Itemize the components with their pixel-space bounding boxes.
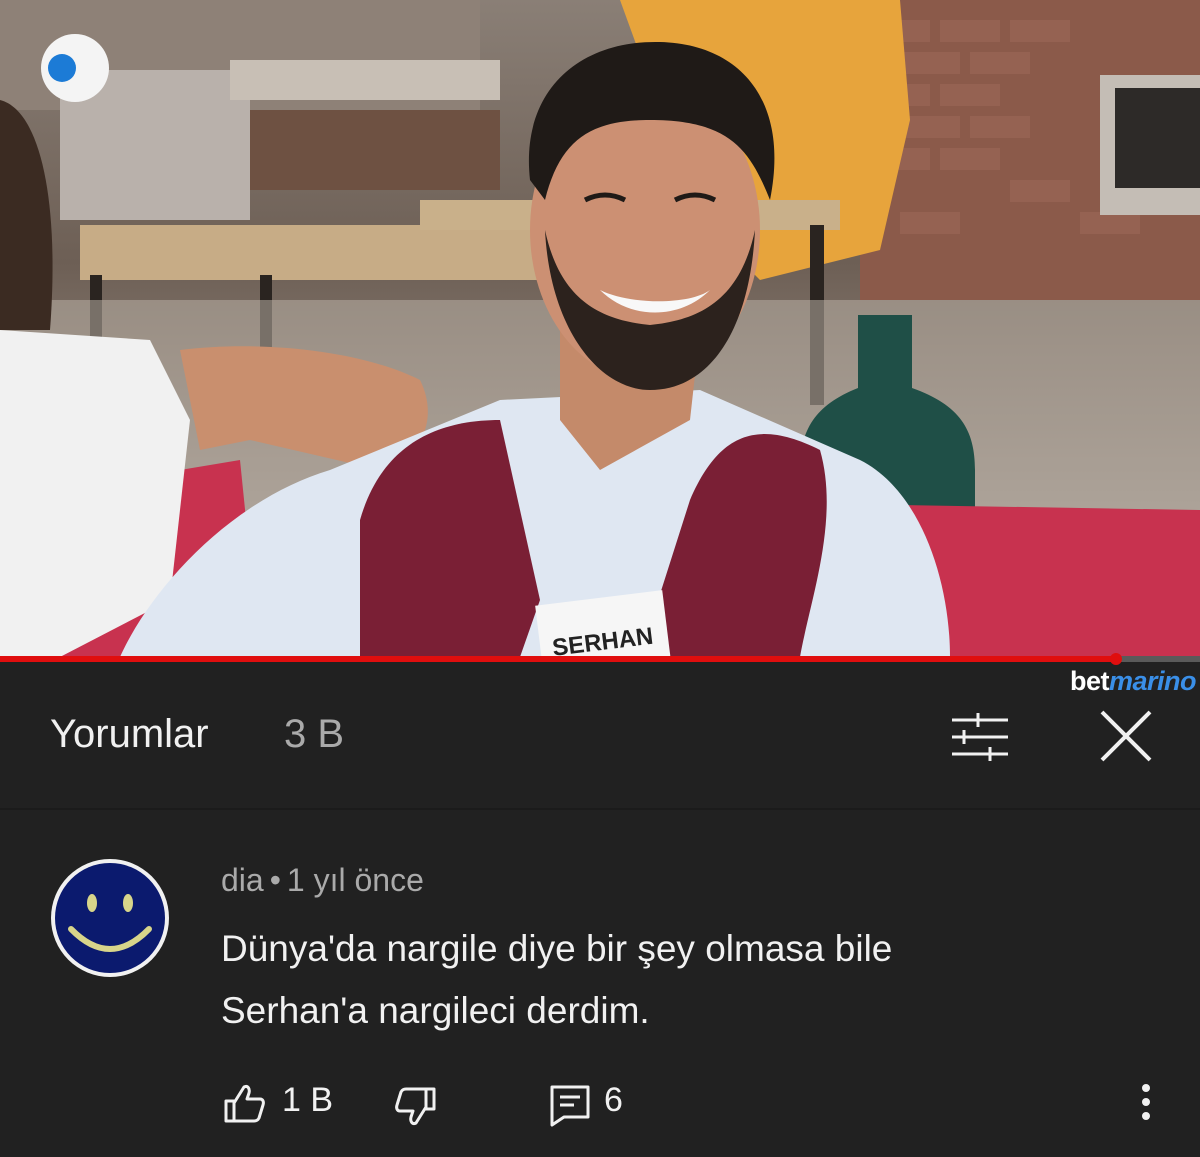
sponsor-logo-part1: bet: [1069, 666, 1110, 696]
progress-handle[interactable]: [1110, 653, 1122, 665]
comment-text-line1: Dünya'da nargile diye bir şey olmasa bil…: [221, 928, 893, 969]
close-icon[interactable]: [1098, 708, 1154, 764]
comment-body: Dünya'da nargile diye bir şey olmasa bil…: [221, 918, 1121, 1042]
reply-count[interactable]: 6: [604, 1081, 623, 1120]
thumbs-up-icon[interactable]: [222, 1081, 266, 1125]
video-player[interactable]: SERHAN: [0, 0, 1200, 657]
video-frame: SERHAN: [0, 0, 1200, 657]
comment-meta: dia • 1 yıl önce: [221, 862, 424, 899]
comment-time: 1 yıl önce: [286, 862, 424, 898]
sponsor-logo-part2: marino: [1108, 666, 1197, 696]
comment-icon[interactable]: [548, 1083, 592, 1127]
comments-count: 3 B: [284, 712, 345, 756]
comment-author[interactable]: dia: [221, 862, 264, 898]
meta-separator: •: [269, 862, 281, 898]
like-count: 1 B: [282, 1081, 334, 1119]
tune-icon[interactable]: [950, 712, 1010, 762]
thumbs-down-icon[interactable]: [394, 1085, 438, 1129]
progress-fill: [0, 656, 1116, 662]
smiley-face-icon[interactable]: [49, 857, 171, 979]
comment-actions: 1 B 6: [0, 1075, 1200, 1135]
sponsor-logo[interactable]: betmarino: [1069, 666, 1197, 697]
comments-title: Yorumlar: [50, 712, 209, 756]
header-divider: [0, 808, 1200, 810]
more-vertical-icon[interactable]: [1132, 1080, 1160, 1124]
comment-text-line2: Serhan'a nargileci derdim.: [221, 990, 650, 1031]
video-progress-bar[interactable]: [0, 653, 1200, 665]
